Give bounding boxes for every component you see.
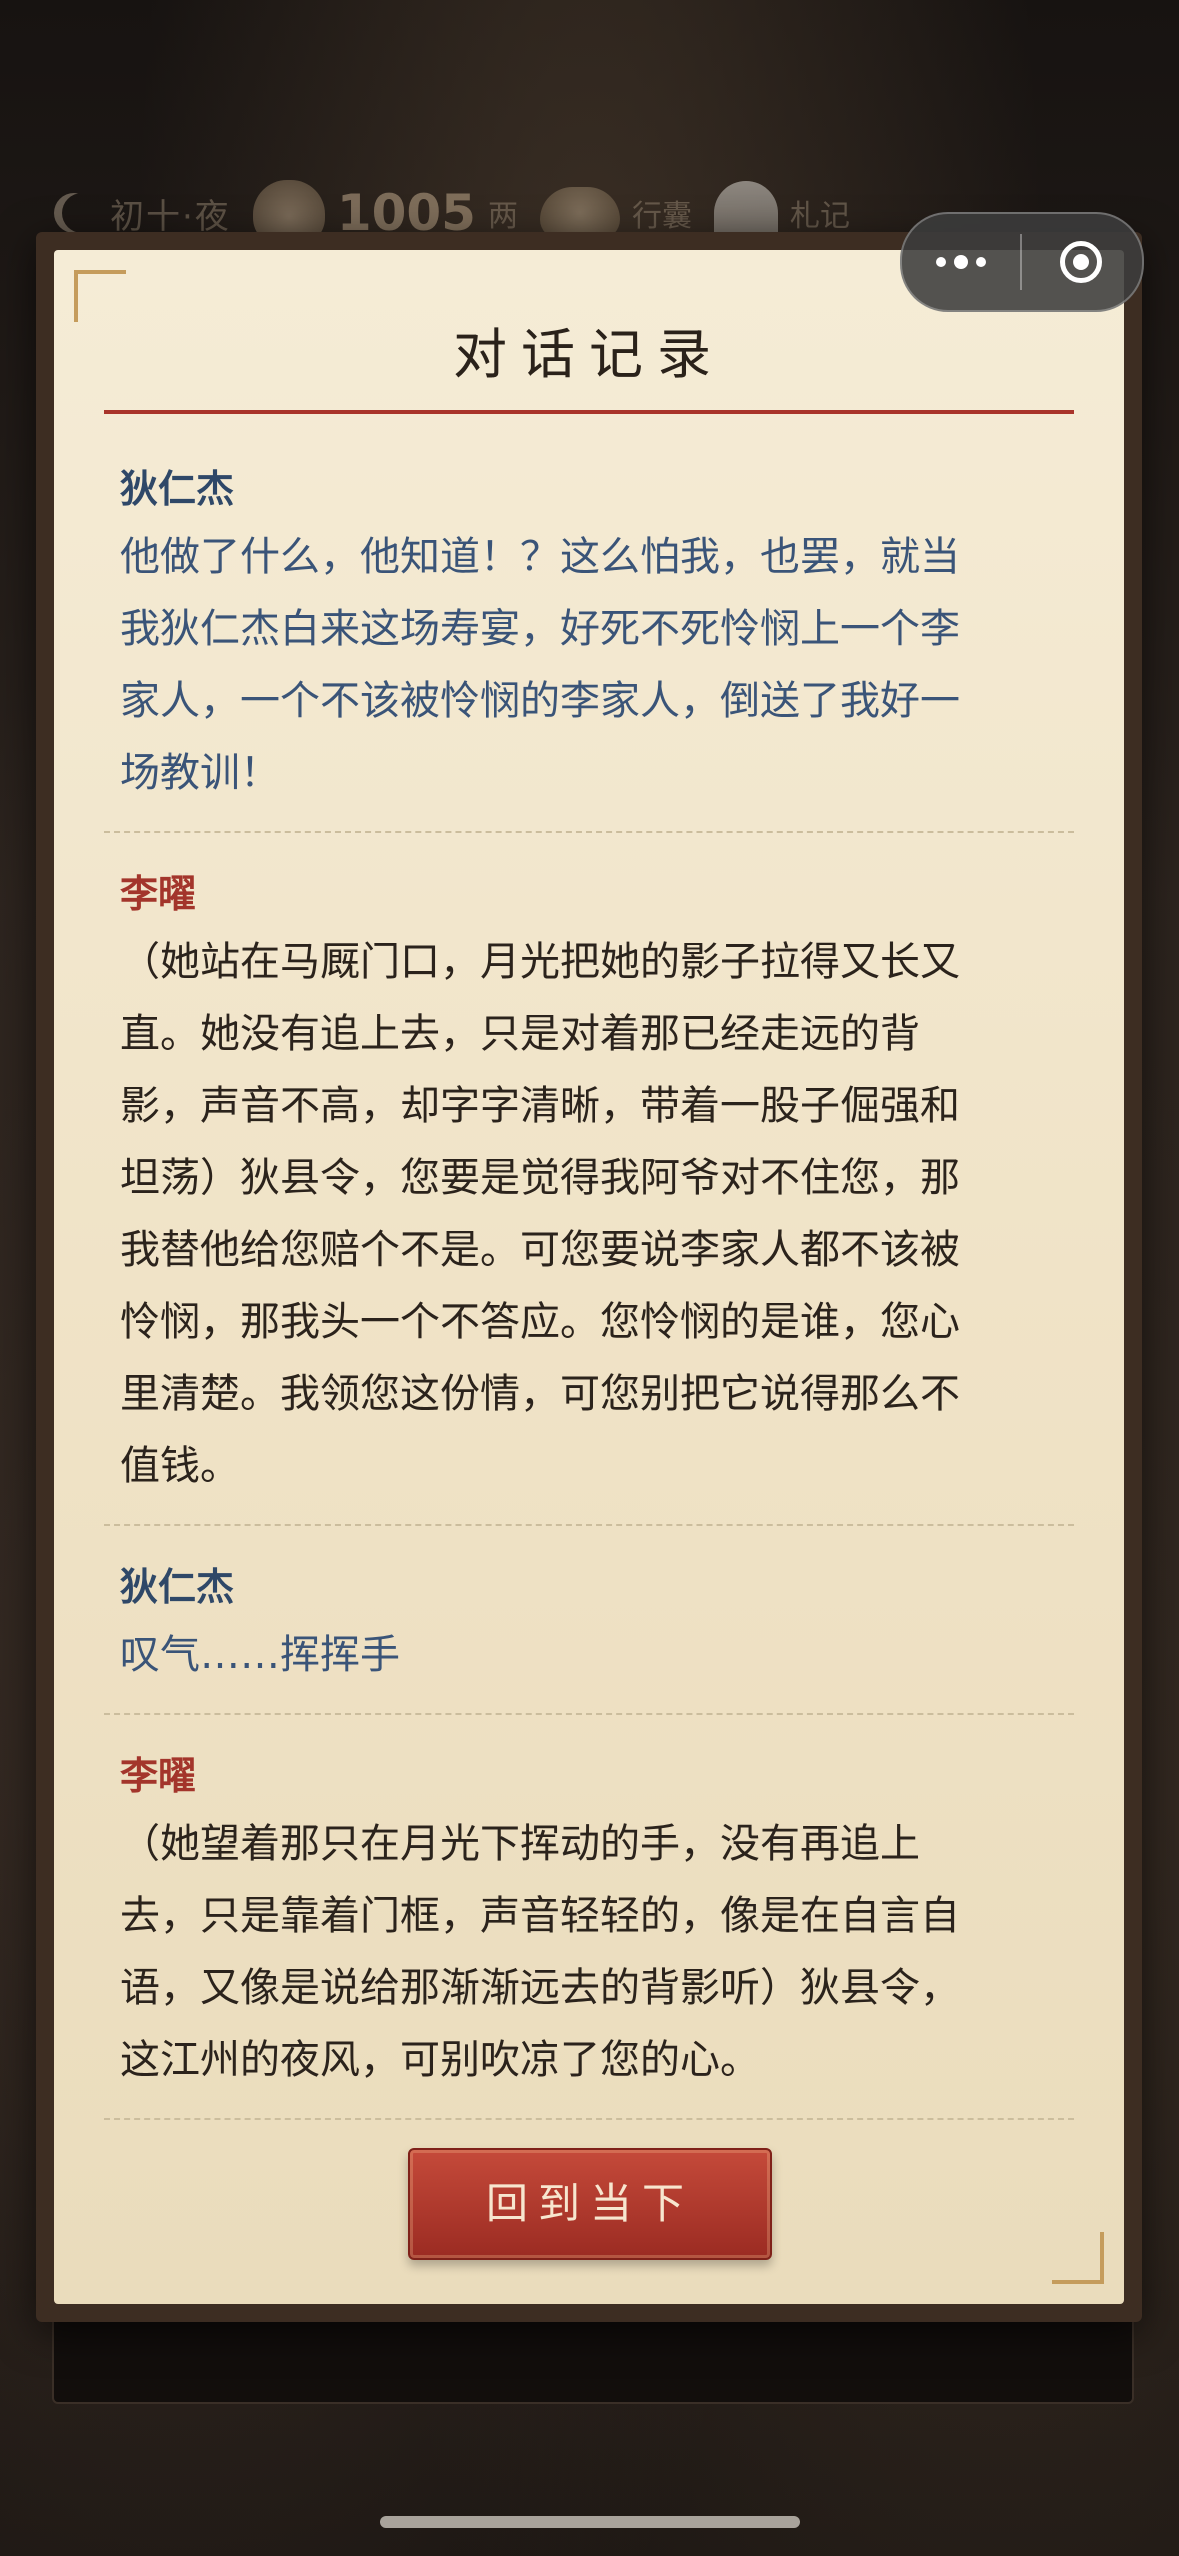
speaker-name: 狄仁杰 — [120, 1565, 235, 1609]
dialog-line: 场教训！ — [120, 750, 280, 796]
home-indicator[interactable] — [380, 2516, 800, 2528]
dialog-line: 值钱。 — [120, 1443, 240, 1489]
more-dot-icon — [954, 255, 968, 269]
dialog-entry: 李曜 （她望着那只在月光下挥动的手，没有再追上 去，只是靠着门框，声音轻轻的，像… — [104, 1737, 1074, 2120]
moon-icon — [62, 193, 102, 233]
coin-unit: 两 — [487, 199, 518, 234]
dialog-line: 去，只是靠着门框，声音轻轻的，像是在自言自 — [120, 1893, 960, 1939]
dialog-entry: 狄仁杰 叹气……挥挥手 — [104, 1548, 1074, 1715]
dialog-line: 直。她没有追上去，只是对着那已经走远的背 — [120, 1011, 920, 1057]
dialog-line: 我替他给您赔个不是。可您要说李家人都不该被 — [120, 1227, 960, 1273]
notes-label: 札记 — [789, 199, 850, 234]
day-label: 初十·夜 — [110, 196, 231, 237]
more-options-button[interactable] — [902, 255, 1020, 269]
more-dot-icon — [976, 257, 986, 267]
dialog-history-modal: 对话记录 狄仁杰 他做了什么，他知道！？这么怕我，也罢，就当 我狄仁杰白来这场寿… — [54, 250, 1124, 2304]
close-miniprogram-button[interactable] — [1022, 241, 1140, 283]
dialog-line: 语，又像是说给那渐渐远去的背影听）狄县令， — [120, 1965, 960, 2011]
dialog-line: 叹气……挥挥手 — [120, 1632, 400, 1678]
dialog-title: 对话记录 — [453, 323, 725, 386]
dialog-line: 他做了什么，他知道！？这么怕我，也罢，就当 — [120, 534, 960, 580]
miniprogram-capsule — [900, 212, 1144, 312]
dialog-entry: 狄仁杰 他做了什么，他知道！？这么怕我，也罢，就当 我狄仁杰白来这场寿宴，好死不… — [104, 450, 1074, 833]
close-target-icon — [1060, 241, 1102, 283]
dialog-line: 家人，一个不该被怜悯的李家人，倒送了我好一 — [120, 678, 960, 724]
dialog-line: 我狄仁杰白来这场寿宴，好死不死怜悯上一个李 — [120, 606, 960, 652]
speaker-name: 李曜 — [120, 872, 197, 916]
dialog-line: 影，声音不高，却字字清晰，带着一股子倔强和 — [120, 1083, 960, 1129]
speaker-name: 狄仁杰 — [120, 467, 235, 511]
dialog-line: 这江州的夜风，可别吹凉了您的心。 — [120, 2037, 760, 2083]
dialog-line: 怜悯，那我头一个不答应。您怜悯的是谁，您心 — [120, 1299, 960, 1345]
bag-label: 行囊 — [631, 199, 692, 234]
dialog-line: （她站在马厩门口，月光把她的影子拉得又长又 — [120, 939, 960, 985]
more-dot-icon — [936, 257, 946, 267]
corner-ornament — [1052, 2232, 1104, 2284]
dialog-line: 里清楚。我领您这份情，可您别把它说得那么不 — [120, 1371, 960, 1417]
dialog-line: （她望着那只在月光下挥动的手，没有再追上 — [120, 1821, 920, 1867]
day-indicator: 初十·夜 — [52, 189, 231, 238]
title-divider — [104, 410, 1074, 414]
dialog-line: 坦荡）狄县令，您要是觉得我阿爷对不住您，那 — [120, 1155, 960, 1201]
speaker-name: 李曜 — [120, 1754, 197, 1798]
dialog-log[interactable]: 狄仁杰 他做了什么，他知道！？这么怕我，也罢，就当 我狄仁杰白来这场寿宴，好死不… — [104, 450, 1074, 2142]
dialog-entry: 李曜 （她站在马厩门口，月光把她的影子拉得又长又 直。她没有追上去，只是对着那已… — [104, 855, 1074, 1526]
return-to-present-button[interactable]: 回到当下 — [408, 2148, 772, 2260]
